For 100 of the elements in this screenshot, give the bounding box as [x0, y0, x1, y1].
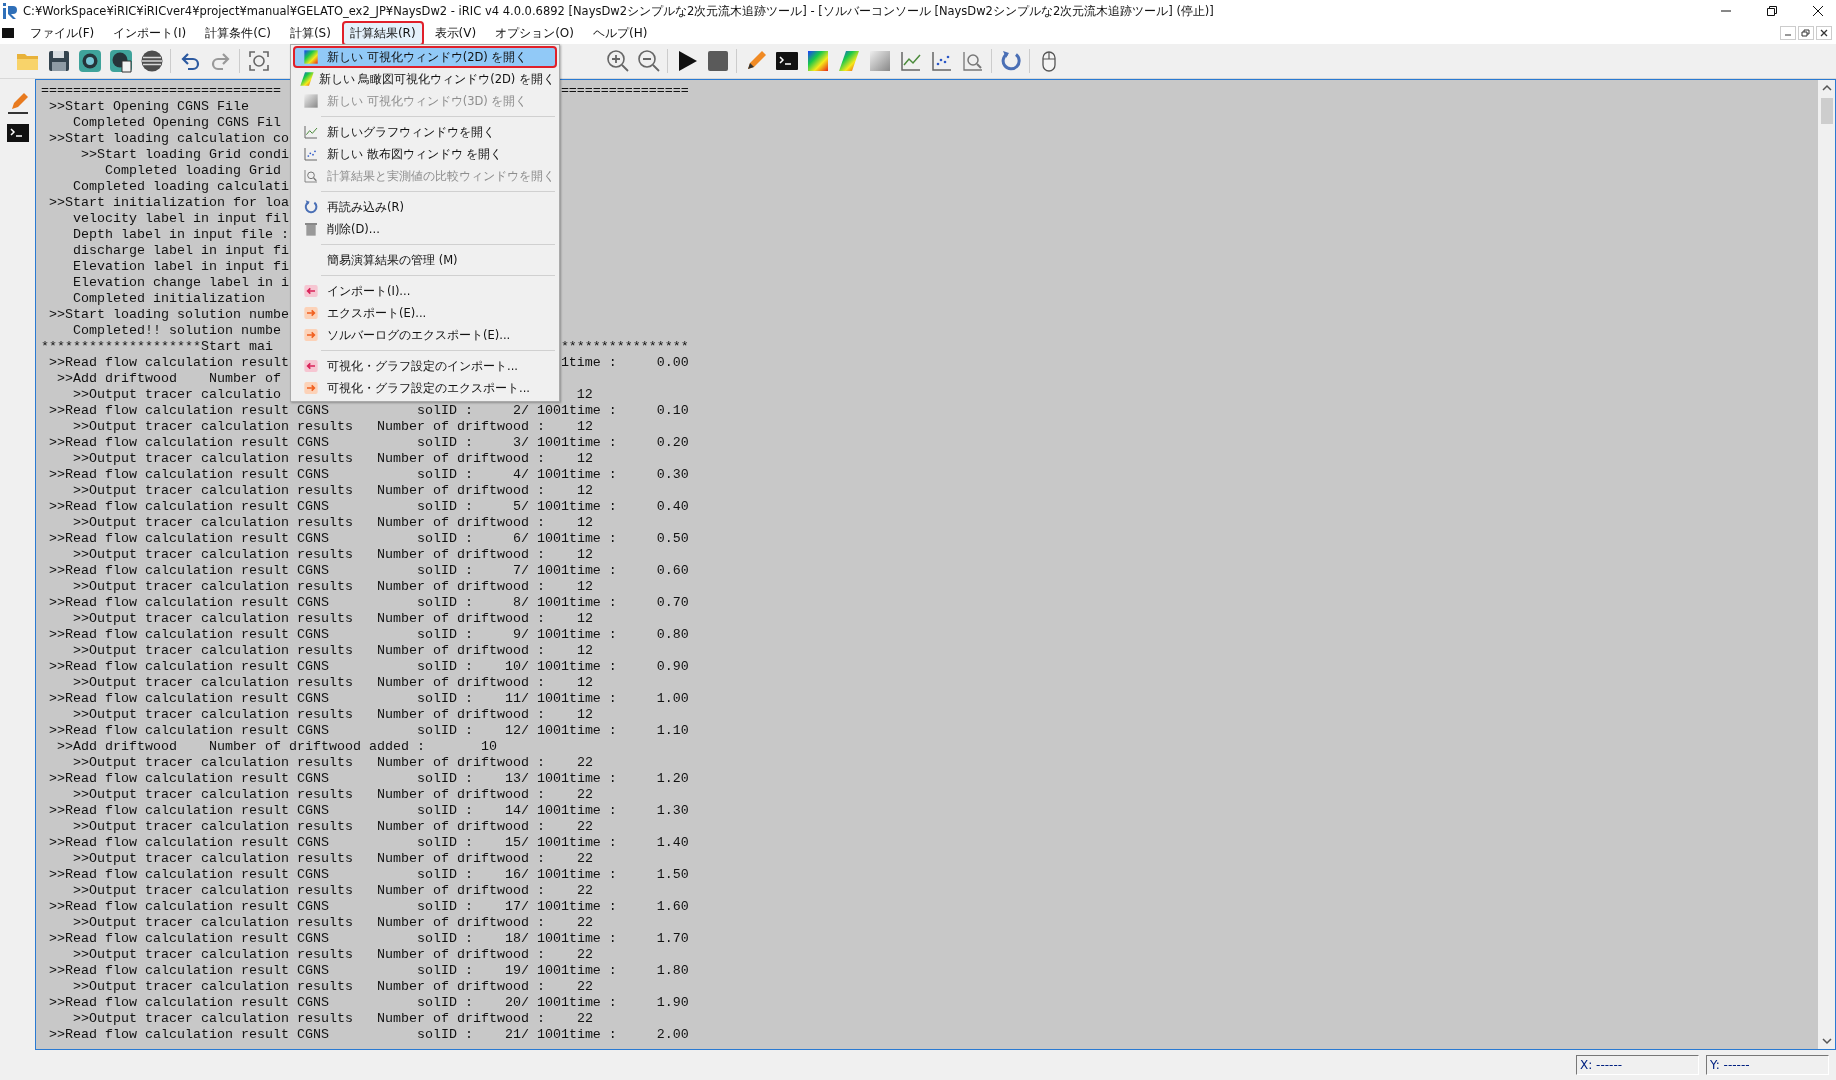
app-icon	[3, 3, 17, 19]
log-line: >>Output tracer calculation results Number of driftwood : 12	[72, 579, 593, 594]
chart-magnifier-icon[interactable]	[960, 49, 985, 73]
menu-item[interactable]: 計算(S)	[281, 20, 339, 46]
log-line: >>Read flow calculation result CGNS solID : 19/ 1001time : 1.80	[48, 963, 689, 978]
scatter-plot-icon[interactable]	[929, 49, 954, 73]
log-line: Depth label in input file :	[72, 227, 289, 242]
log-line: >>Start loading calculation co	[48, 131, 289, 146]
log-text: ****************	[560, 339, 689, 355]
shaded-square-icon[interactable]	[867, 49, 892, 73]
menu-item[interactable]: インポート(I)	[105, 20, 195, 46]
log-line: >>Output tracer calculation results Number of driftwood : 12	[72, 451, 593, 466]
log-line: >>Start loading Grid condi	[80, 147, 289, 162]
log-line: >>Output tracer calculation results Number of driftwood : 12	[72, 675, 593, 690]
scrollbar[interactable]	[1818, 80, 1835, 1049]
striped-globe-icon[interactable]	[139, 49, 164, 73]
menu-item[interactable]: 再読み込み(R)	[293, 196, 557, 218]
menu-item[interactable]: 表示(V)	[426, 20, 485, 46]
save-icon[interactable]	[46, 49, 71, 73]
menu-item[interactable]: 新しい 散布図ウィンドウ を開く	[293, 143, 557, 165]
log-line: >>Read flow calculation result CGNS solID : 21/ 1001time : 2.00	[48, 1027, 689, 1042]
log-line: >>Output tracer calculation results Number of driftwood : 12	[72, 483, 593, 498]
log-line: >>Add driftwood Number of	[56, 371, 281, 386]
line-chart-icon[interactable]	[898, 49, 923, 73]
menu-item[interactable]: 削除(D)...	[293, 218, 557, 240]
log-line: >>Read flow calculation result CGNS solID : 16/ 1001time : 1.50	[48, 867, 689, 882]
menu-item[interactable]: 新しい 鳥瞰図可視化ウィンドウ(2D) を開く	[293, 68, 557, 90]
reload-icon	[303, 199, 319, 215]
log-line: Completed initialization	[72, 291, 265, 306]
menu-item[interactable]: 可視化・グラフ設定のエクスポート...	[293, 377, 557, 399]
zoom-in-icon[interactable]	[605, 49, 630, 73]
log-line: >>Read flow calculation result CGNS solID : 2/ 1001time : 0.10	[48, 403, 689, 418]
log-line: >>Start initialization for loa	[48, 195, 289, 210]
terminal-icon[interactable]	[774, 49, 799, 73]
log-line: >>Read flow calculation result CGNS solID : 8/ 1001time : 0.70	[48, 595, 689, 610]
log-line: discharge label in input fi	[72, 243, 289, 258]
log-line: Completed!! solution numbe	[72, 323, 281, 338]
log-line: >>Read flow calculation result CGNS solID : 12/ 1001time : 1.10	[48, 723, 689, 738]
zoom-out-icon[interactable]	[636, 49, 661, 73]
scroll-thumb[interactable]	[1820, 98, 1833, 124]
y-coordinate-field: Y: ------	[1706, 1055, 1829, 1075]
log-line: >>Read flow calculation result CGNS solID : 15/ 1001time : 1.40	[48, 835, 689, 850]
log-line: >>Output tracer calculation results Number of driftwood : 22	[72, 851, 593, 866]
log-line: >>Read flow calculation result CGNS solID : 11/ 1001time : 1.00	[48, 691, 689, 706]
log-text: 12	[575, 387, 593, 403]
log-text: 1time : 0.00	[560, 355, 689, 371]
pencil-icon[interactable]	[5, 91, 30, 115]
log-line: >>Output tracer calculation results Number of driftwood : 12	[72, 419, 593, 434]
lens-page-icon[interactable]	[108, 49, 133, 73]
log-line: Completed loading Grid	[104, 163, 281, 178]
log-line: >>Read flow calculation result CGNS solID : 17/ 1001time : 1.60	[48, 899, 689, 914]
menu-item[interactable]: 新しいグラフウィンドウを開く	[293, 121, 557, 143]
menu-item[interactable]: エクスポート(E)...	[293, 302, 557, 324]
log-line: >>Read flow calculation result CGNS solID : 10/ 1001time : 0.90	[48, 659, 689, 674]
close-icon[interactable]	[1812, 5, 1824, 17]
line-chart-icon	[303, 124, 319, 140]
menu-item[interactable]: 簡易演算結果の管理 (M)	[293, 249, 557, 271]
log-line: >>Add driftwood Number of driftwood added : 10	[56, 739, 497, 754]
log-line: >>Output tracer calculation results Number of driftwood : 22	[72, 915, 593, 930]
log-line: >>Output tracer calculation results Number of driftwood : 22	[72, 947, 593, 962]
log-line: >>Read flow calculation result CGNS solID : 14/ 1001time : 1.30	[48, 803, 689, 818]
menu-item[interactable]: 可視化・グラフ設定のインポート...	[293, 355, 557, 377]
gradient-square-icon	[303, 49, 319, 65]
gradient-square-icon[interactable]	[805, 49, 830, 73]
log-line: >>Read flow calculation result CGNS solID : 5/ 1001time : 0.40	[48, 499, 689, 514]
chart-magnifier-icon	[303, 168, 319, 184]
log-line: >>Read flow calculation result CGNS solID : 9/ 1001time : 0.80	[48, 627, 689, 642]
log-text: >>Output tracer calculatio	[72, 387, 281, 402]
log-line: >>Read flow calculation result CGNS solID : 13/ 1001time : 1.20	[48, 771, 689, 786]
menu-item[interactable]: インポート(I)...	[293, 280, 557, 302]
gradient-slant-icon[interactable]	[836, 49, 861, 73]
log-line: >>Output tracer calculation results Number of driftwood : 22	[72, 1011, 593, 1026]
log-line: >>Output tracer calculation results Number of driftwood : 22	[72, 787, 593, 802]
log-line: >>Read flow calculation result CGNS solID : 18/ 1001time : 1.70	[48, 931, 689, 946]
lens-icon[interactable]	[77, 49, 102, 73]
fit-view-icon[interactable]	[246, 49, 271, 73]
menu-item[interactable]: 新しい 可視化ウィンドウ(2D) を開く	[293, 46, 557, 68]
log-line: Completed Opening CGNS Fil	[72, 115, 281, 130]
terminal-icon[interactable]	[5, 121, 30, 145]
log-line: >>Output tracer calculation results Number of driftwood : 12	[72, 547, 593, 562]
log-line: Completed loading calculati	[72, 179, 289, 194]
stop-icon[interactable]	[705, 49, 730, 73]
menu-item[interactable]: オプション(O)	[487, 20, 582, 46]
scroll-up-icon[interactable]	[1821, 84, 1832, 92]
log-line: >>Read flow calculation result CGNS solID : 3/ 1001time : 0.20	[48, 435, 689, 450]
log-line: >>Output tracer calculation results Number of driftwood : 22	[72, 979, 593, 994]
log-text: >>Read flow calculation result	[48, 355, 289, 370]
log-line: Elevation change label in i	[72, 275, 289, 290]
menu-item[interactable]: ファイル(F)	[22, 20, 103, 46]
menu-item[interactable]: 計算条件(C)	[197, 20, 279, 46]
log-line: >>Output tracer calculation results Number of driftwood : 12	[72, 643, 593, 658]
log-line: >>Read flow calculation result CGNS solID : 6/ 1001time : 0.50	[48, 531, 689, 546]
log-text: ==============================	[41, 83, 281, 98]
minimize-icon[interactable]	[1780, 26, 1796, 40]
menu-item[interactable]: ソルバーログのエクスポート(E)...	[293, 324, 557, 346]
log-line: >>Output tracer calculation results Number of driftwood : 12	[72, 611, 593, 626]
restore-icon[interactable]	[1766, 5, 1778, 17]
x-coordinate-field: X: ------	[1576, 1055, 1699, 1075]
menu-item[interactable]: ヘルプ(H)	[585, 20, 656, 46]
scroll-down-icon[interactable]	[1821, 1037, 1832, 1045]
